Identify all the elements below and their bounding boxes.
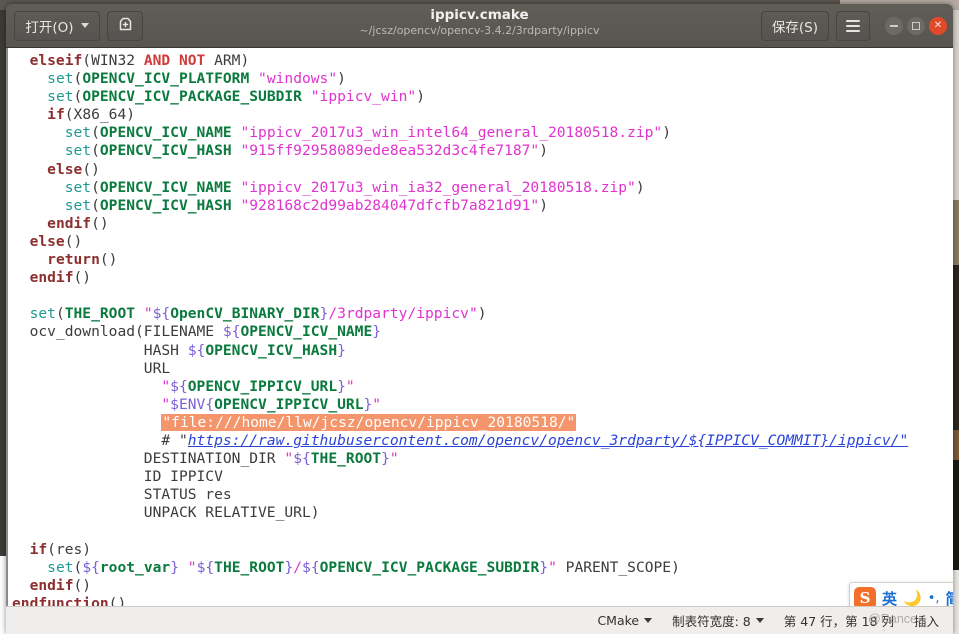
chevron-down-icon (80, 23, 89, 28)
minimize-icon (890, 24, 898, 27)
save-button[interactable]: 保存(S) (760, 10, 829, 41)
ime-language-mode-button[interactable]: 英 (882, 588, 897, 607)
sogou-logo-icon[interactable]: S (854, 587, 876, 606)
code-line: if(res) (29, 540, 92, 558)
code-line: endif() (29, 576, 92, 594)
new-document-icon (117, 15, 134, 36)
code-line: return() (47, 251, 118, 269)
commented-url-link: https://raw.githubusercontent.com/opencv… (187, 431, 900, 449)
maximize-icon (912, 21, 920, 30)
code-line: set(OPENCV_ICV_NAME "ippicv_2017u3_win_i… (64, 178, 645, 196)
close-icon: ✕ (933, 19, 943, 31)
open-file-button[interactable]: 打开(O) (14, 10, 100, 41)
code-line: elseif(WIN32 AND NOT ARM) (29, 52, 250, 69)
gedit-window: 打开(O) ippicv.cmake ~/jcsz/opencv/opencv-… (6, 4, 953, 634)
code-line: set(OPENCV_ICV_HASH "915ff92958089ede8ea… (64, 142, 548, 160)
close-button[interactable]: ✕ (929, 16, 947, 35)
tab-width-selector[interactable]: 制表符宽度: 8 (672, 611, 764, 630)
window-controls: ✕ (885, 16, 947, 35)
code-line: set(OPENCV_ICV_NAME "ippicv_2017u3_win_i… (64, 124, 672, 142)
open-button-label: 打开(O) (25, 19, 74, 36)
code-line: STATUS res (143, 486, 232, 504)
chevron-down-icon (644, 618, 653, 623)
code-line: URL (143, 359, 171, 377)
code-line: set(OPENCV_ICV_PACKAGE_SUBDIR "ippicv_wi… (47, 88, 425, 106)
save-button-label: 保存(S) (771, 19, 818, 36)
status-bar: CMake 制表符宽度: 8 第 47 行，第 18 列 插入 @Rance (6, 606, 953, 634)
new-document-button[interactable] (107, 10, 143, 41)
code-line: # "https://raw.githubusercontent.com/ope… (161, 431, 909, 449)
minimize-button[interactable] (885, 16, 903, 35)
code-line: set(${root_var} "${THE_ROOT}/${OPENCV_IC… (47, 558, 680, 576)
code-line: set(THE_ROOT "${OpenCV_BINARY_DIR}/3rdpa… (29, 305, 487, 323)
header-right-controls: 保存(S) ✕ (760, 10, 947, 41)
code-line: HASH ${OPENCV_ICV_HASH} (143, 341, 346, 359)
tab-width-label: 制表符宽度: 8 (672, 614, 751, 629)
code-line: else() (29, 232, 83, 250)
code-line: ocv_download(FILENAME ${OPENCV_ICV_NAME} (29, 323, 382, 341)
chevron-down-icon (755, 618, 764, 623)
cursor-position: 第 47 行，第 18 列 (783, 614, 894, 629)
code-line: UNPACK RELATIVE_URL) (143, 504, 320, 522)
maximize-button[interactable] (907, 16, 925, 35)
language-selector[interactable]: CMake (597, 613, 653, 628)
code-line: endfunction() (12, 594, 127, 606)
code-line: endif() (47, 214, 109, 232)
status-bar-right-group: CMake 制表符宽度: 8 第 47 行，第 18 列 插入 (597, 611, 953, 630)
code-line: "$ENV{OPENCV_IPPICV_URL}" (161, 395, 382, 413)
code-line: "${OPENCV_IPPICV_URL}" (161, 377, 355, 395)
code-line: set(OPENCV_ICV_PLATFORM "windows") (47, 70, 346, 88)
code-line: DESTINATION_DIR "${THE_ROOT}" (143, 450, 399, 468)
code-line: endif() (29, 269, 92, 287)
code-line: set(OPENCV_ICV_HASH "928168c2d99ab284047… (64, 196, 548, 214)
sogou-ime-toolbar[interactable]: S 英 🌙 •, 简 (849, 582, 953, 606)
background-window-right-sliver (953, 10, 959, 634)
code-line: ID IPPICV (143, 468, 223, 486)
language-label: CMake (597, 613, 640, 628)
vertical-scrollbar[interactable] (949, 48, 953, 606)
ime-script-mode-button[interactable]: 简 (946, 588, 953, 607)
punctuation-icon[interactable]: •, (928, 591, 940, 606)
code-line highlighted-line: "file:///home/llw/jcsz/opencv/ippicv_201… (12, 413, 908, 432)
main-menu-button[interactable] (836, 10, 870, 41)
header-bar: 打开(O) ippicv.cmake ~/jcsz/opencv/opencv-… (6, 4, 953, 48)
text-editor-area[interactable]: elseif(WIN32 AND NOT ARM) set(OPENCV_ICV… (6, 48, 953, 606)
insert-mode-indicator: 插入 (913, 614, 939, 629)
source-code-content[interactable]: elseif(WIN32 AND NOT ARM) set(OPENCV_ICV… (8, 52, 908, 606)
moon-icon[interactable]: 🌙 (903, 589, 922, 606)
code-line: if(X86_64) (47, 106, 136, 124)
highlighted-url-string: "file:///home/llw/jcsz/opencv/ippicv_201… (161, 413, 577, 431)
hamburger-menu-icon (846, 19, 860, 32)
code-line: else() (47, 160, 100, 178)
